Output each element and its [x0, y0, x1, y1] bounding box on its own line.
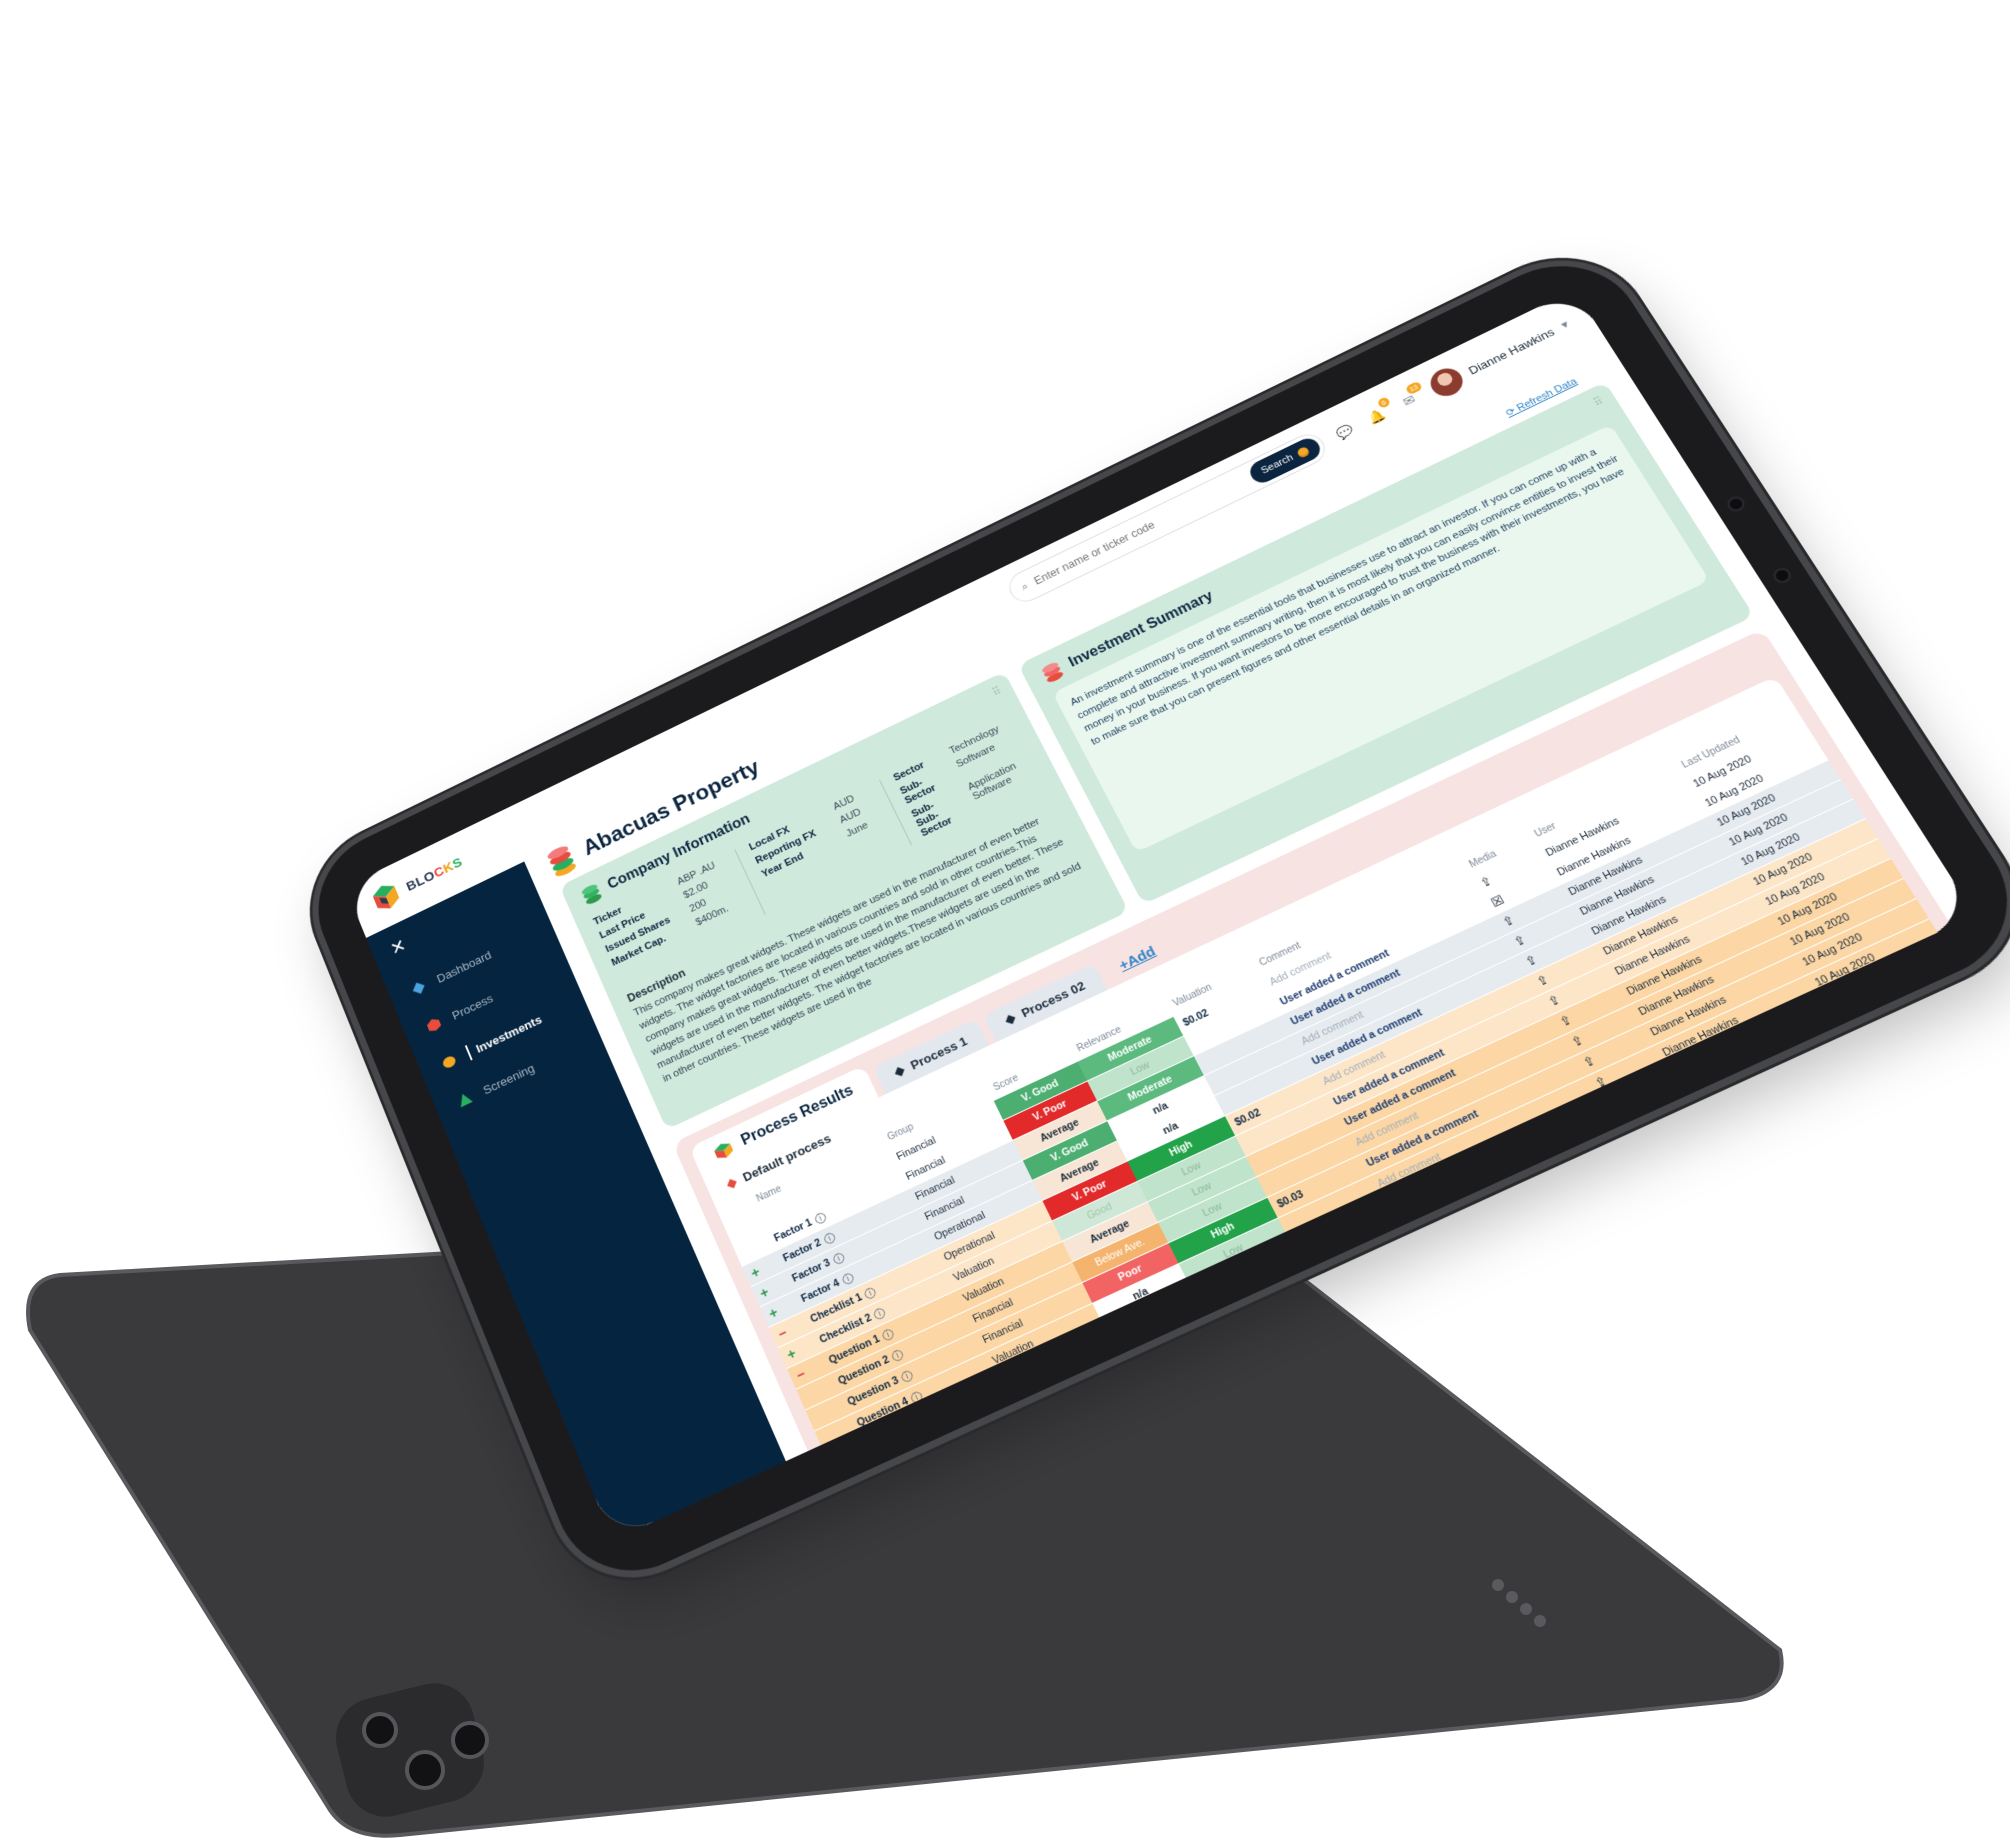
upload-icon[interactable]: ⇪	[1534, 972, 1552, 990]
front-camera-icon	[1727, 496, 1745, 512]
row-name: Question 5	[864, 1416, 920, 1451]
sensor-icon	[1773, 567, 1791, 583]
expand-toggle[interactable]: −	[794, 1366, 808, 1384]
logo-text: BLOCKS	[404, 854, 465, 895]
bell-icon[interactable]: 🔔 6	[1364, 396, 1391, 427]
avatar	[1424, 363, 1468, 402]
chat-icon[interactable]: 💬	[1332, 420, 1358, 443]
info-icon[interactable]: i	[863, 1285, 878, 1301]
expand-toggle[interactable]: +	[749, 1264, 763, 1281]
row-last-updated: 10 Aug 2020	[1850, 1013, 1917, 1052]
score-cell[interactable]: Average	[1112, 1306, 1210, 1366]
upload-icon[interactable]: ⇪	[1557, 1012, 1575, 1030]
pyramid-icon	[456, 1091, 473, 1108]
search-button-label: Search	[1259, 452, 1296, 477]
sidebar-item-label: Process	[449, 990, 495, 1023]
relevance-cell[interactable]	[1232, 1324, 1344, 1390]
score-cell[interactable]: V. Good	[1123, 1327, 1221, 1388]
row-user: Dianne Hawkins	[1696, 1076, 1779, 1122]
score-cell[interactable]	[1144, 1370, 1242, 1430]
search-icon: ⌕	[1018, 579, 1031, 594]
relevance-cell[interactable]: Low	[1220, 1302, 1333, 1369]
message-icon[interactable]: ✉ 13	[1396, 380, 1423, 412]
upload-icon[interactable]: ⇪	[1640, 1156, 1659, 1175]
upload-icon[interactable]: ⇪	[1616, 1114, 1634, 1132]
tablet-bezel: BLOCKS ✕ Dashboard Process Investments S…	[297, 240, 2010, 1598]
row-name: Question 7	[884, 1459, 940, 1461]
close-icon[interactable]: ☒	[1489, 892, 1507, 910]
info-icon[interactable]: i	[909, 1389, 925, 1405]
app-root: BLOCKS ✕ Dashboard Process Investments S…	[345, 289, 1976, 1541]
sidebar-item-label: Screening	[480, 1060, 537, 1097]
info-icon[interactable]: i	[890, 1348, 905, 1363]
active-indicator	[464, 1045, 473, 1061]
chevron-down-icon: ▾	[1558, 317, 1572, 332]
comment-cell[interactable]: Add comment	[1409, 1214, 1478, 1254]
row-group	[1032, 1409, 1155, 1462]
upload-icon[interactable]: ⇪	[1522, 952, 1540, 970]
upload-icon[interactable]: ⇪	[1580, 1052, 1598, 1070]
info-icon[interactable]: i	[918, 1410, 934, 1426]
upload-icon[interactable]: ⇪	[1592, 1073, 1610, 1091]
expand-toggle[interactable]: +	[758, 1284, 772, 1302]
comment-cell[interactable]: User added a comment	[1398, 1170, 1515, 1232]
row-name: Question 6	[874, 1437, 930, 1462]
upload-icon[interactable]: ⇪	[1500, 912, 1518, 930]
front-tablet-device: BLOCKS ✕ Dashboard Process Investments S…	[190, 0, 2010, 1598]
coin-stack-icon	[1040, 660, 1065, 684]
diamond-icon	[410, 979, 427, 997]
blocks-icon: ◆	[724, 1174, 739, 1192]
info-icon[interactable]: i	[880, 1327, 896, 1343]
coin-stack-icon	[546, 843, 578, 879]
info-icon[interactable]: i	[938, 1453, 954, 1462]
row-last-updated: 10 Aug 2020	[1863, 1034, 1930, 1073]
info-icon[interactable]: i	[831, 1251, 846, 1266]
score-cell[interactable]: V. Poor	[1133, 1348, 1232, 1409]
upload-icon[interactable]: ⇪	[1545, 992, 1563, 1010]
info-icon[interactable]: i	[822, 1231, 837, 1246]
row-user: Dianne Hawkins	[1684, 1055, 1766, 1101]
blocks-logo-icon	[370, 880, 402, 914]
message-count-badge: 13	[1404, 380, 1423, 396]
notification-count-badge: 6	[1376, 396, 1391, 409]
row-group: Financial	[1022, 1387, 1144, 1460]
row-group: Financial	[1012, 1366, 1134, 1439]
coin-icon	[1295, 445, 1310, 459]
upload-icon[interactable]: ⇪	[1568, 1032, 1586, 1050]
main-content: ⌕ Search 💬 🔔6 ✉13 Dianne Hawkins ▾	[502, 289, 1976, 1462]
info-icon[interactable]: i	[872, 1306, 888, 1321]
info-icon[interactable]: i	[813, 1211, 828, 1226]
blocks-icon: ◆	[891, 1062, 907, 1080]
info-icon[interactable]: i	[840, 1271, 856, 1287]
upload-icon[interactable]: ⇪	[1628, 1135, 1647, 1154]
info-icon[interactable]: i	[928, 1432, 944, 1448]
coin-stack-icon	[580, 882, 603, 906]
relevance-cell[interactable]: Moderate	[1210, 1281, 1322, 1348]
cube-icon	[425, 1016, 443, 1034]
expand-toggle[interactable]: +	[785, 1345, 799, 1363]
valuation-cell: $3.00	[1296, 1229, 1328, 1253]
blocks-icon	[712, 1140, 735, 1162]
info-icon[interactable]: i	[899, 1368, 915, 1384]
screen: BLOCKS ✕ Dashboard Process Investments S…	[345, 289, 1976, 1541]
blocks-icon: ◆	[1002, 1010, 1018, 1028]
coin-icon	[441, 1054, 458, 1070]
upload-icon[interactable]: ⇪	[1604, 1093, 1622, 1111]
expand-toggle[interactable]: +	[766, 1304, 780, 1322]
row-user: Dianne Hawkins	[1709, 1097, 1791, 1143]
upload-icon[interactable]: ⇪	[1511, 932, 1529, 950]
row-group: Valuation	[1002, 1345, 1124, 1418]
relevance-cell[interactable]: High	[1199, 1260, 1311, 1327]
expand-toggle[interactable]: −	[776, 1325, 790, 1343]
upload-icon[interactable]: ⇪	[1477, 873, 1495, 890]
row-last-updated: 10 Aug 2020	[1838, 992, 1904, 1031]
